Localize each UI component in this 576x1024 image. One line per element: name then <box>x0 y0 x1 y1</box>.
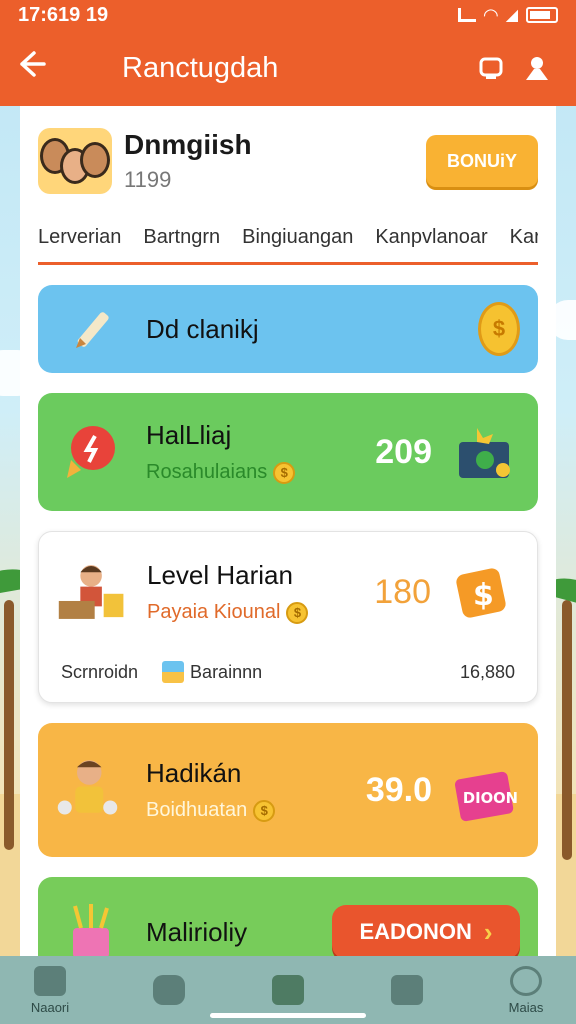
treasure-box-icon <box>450 417 520 487</box>
card-white-footer: Scrnroidn Barainnn 16,880 <box>39 652 537 692</box>
page-title: Ranctugdah <box>122 51 279 84</box>
battery-icon <box>526 7 558 23</box>
small-coin-icon: $ <box>253 799 276 822</box>
person-with-gold-icon <box>57 557 127 627</box>
card-white-mid-label: Barainnn <box>190 661 263 682</box>
svg-text:$: $ <box>473 578 494 613</box>
chat-icon <box>510 965 542 996</box>
card-white-subtitle: Payaia Kiounal <box>147 601 281 623</box>
card-green-subtitle: Rosahulaians <box>146 461 268 483</box>
person-icon[interactable] <box>514 45 560 91</box>
card-yellow-title: Hadikán <box>146 758 242 788</box>
tag-icon: DIOON <box>450 755 520 825</box>
person-with-coins-icon <box>56 755 126 825</box>
square-icon <box>153 975 185 1005</box>
mobile-signal-icon: ◢ <box>505 7 518 24</box>
toolbar: Ranctugdah <box>0 30 576 106</box>
card-white-value: 180 <box>374 572 431 611</box>
card-white-right-value: 16,880 <box>459 661 515 682</box>
tag-icon <box>391 975 423 1005</box>
profile-name: Dnmgiish <box>124 129 252 160</box>
nav-item-3[interactable] <box>375 975 439 1005</box>
profile-header: Dnmgiish 1199 BONUiY <box>38 106 538 216</box>
profile-count: 1199 <box>124 167 172 192</box>
main-panel: Dnmgiish 1199 BONUiY Lerverian Bartngrn … <box>20 106 556 987</box>
coin-icon: $ <box>478 302 520 356</box>
card-yellow-value: 39.0 <box>365 770 432 809</box>
nav-item-4[interactable]: Maias <box>494 965 558 1015</box>
small-coin-icon: $ <box>273 461 296 484</box>
pencil-icon <box>56 294 126 364</box>
wifi-icon: ◠ <box>483 4 498 25</box>
tab-4[interactable]: Kar <box>510 226 538 249</box>
tab-1[interactable]: Bartngrn <box>143 226 220 249</box>
card-white[interactable]: Level Harian Payaia Kiounal $ 180 $ Scrn… <box>38 531 538 703</box>
card-mini-icon <box>162 661 185 683</box>
arrow-left-icon[interactable] <box>16 49 76 88</box>
nav-item-0[interactable]: Naaori <box>18 965 82 1015</box>
status-icons: ◠ ◢ <box>457 4 558 26</box>
action-button[interactable]: EADONON › <box>332 905 520 959</box>
nav-label-4: Maias <box>508 999 544 1015</box>
rocket-icon <box>56 417 126 487</box>
status-bar: 17:619 19 ◠ ◢ <box>0 0 576 30</box>
house-icon <box>272 975 304 1005</box>
tab-underline <box>38 262 538 265</box>
card-white-left-label: Scrnroidn <box>61 661 139 682</box>
avatar <box>38 128 112 194</box>
small-coin-icon: $ <box>286 601 309 624</box>
card-green-value: 209 <box>375 432 432 471</box>
nav-label-0: Naaori <box>30 999 70 1015</box>
signal-icon <box>457 8 476 22</box>
app-bar: 17:619 19 ◠ ◢ Ranctugdah <box>0 0 576 106</box>
home-indicator <box>210 1013 366 1018</box>
home-icon <box>34 965 66 996</box>
money-bag-icon: $ <box>449 557 519 627</box>
card-lime-title: Malirioliy <box>146 916 248 947</box>
chevron-right-icon: › <box>483 916 493 947</box>
device-icon[interactable] <box>468 45 514 91</box>
action-button-label: EADONON <box>359 919 472 944</box>
tab-bar: Lerverian Bartngrn Bingiuangan Kanpvlano… <box>38 216 538 258</box>
tab-3[interactable]: Kanpvlanoar <box>375 226 487 249</box>
status-time: 17:619 19 <box>18 3 109 26</box>
card-blue-title: Dd clanikj <box>146 313 259 344</box>
tab-2[interactable]: Bingiuangan <box>242 226 353 249</box>
card-green-title: HalLliaj <box>146 420 232 450</box>
card-white-title: Level Harian <box>147 560 293 590</box>
tag-text: DIOON <box>463 790 518 807</box>
card-yellow[interactable]: Hadikán Boidhuatan $ 39.0 DIOON <box>38 723 538 857</box>
card-yellow-subtitle: Boidhuatan <box>146 799 248 821</box>
tab-0[interactable]: Lerverian <box>38 226 121 249</box>
nav-item-1[interactable] <box>137 975 201 1005</box>
card-blue[interactable]: Dd clanikj $ <box>38 285 538 373</box>
nav-item-2[interactable] <box>256 975 320 1005</box>
bonus-button[interactable]: BONUiY <box>426 135 538 187</box>
card-green[interactable]: HalLliaj Rosahulaians $ 209 <box>38 393 538 511</box>
